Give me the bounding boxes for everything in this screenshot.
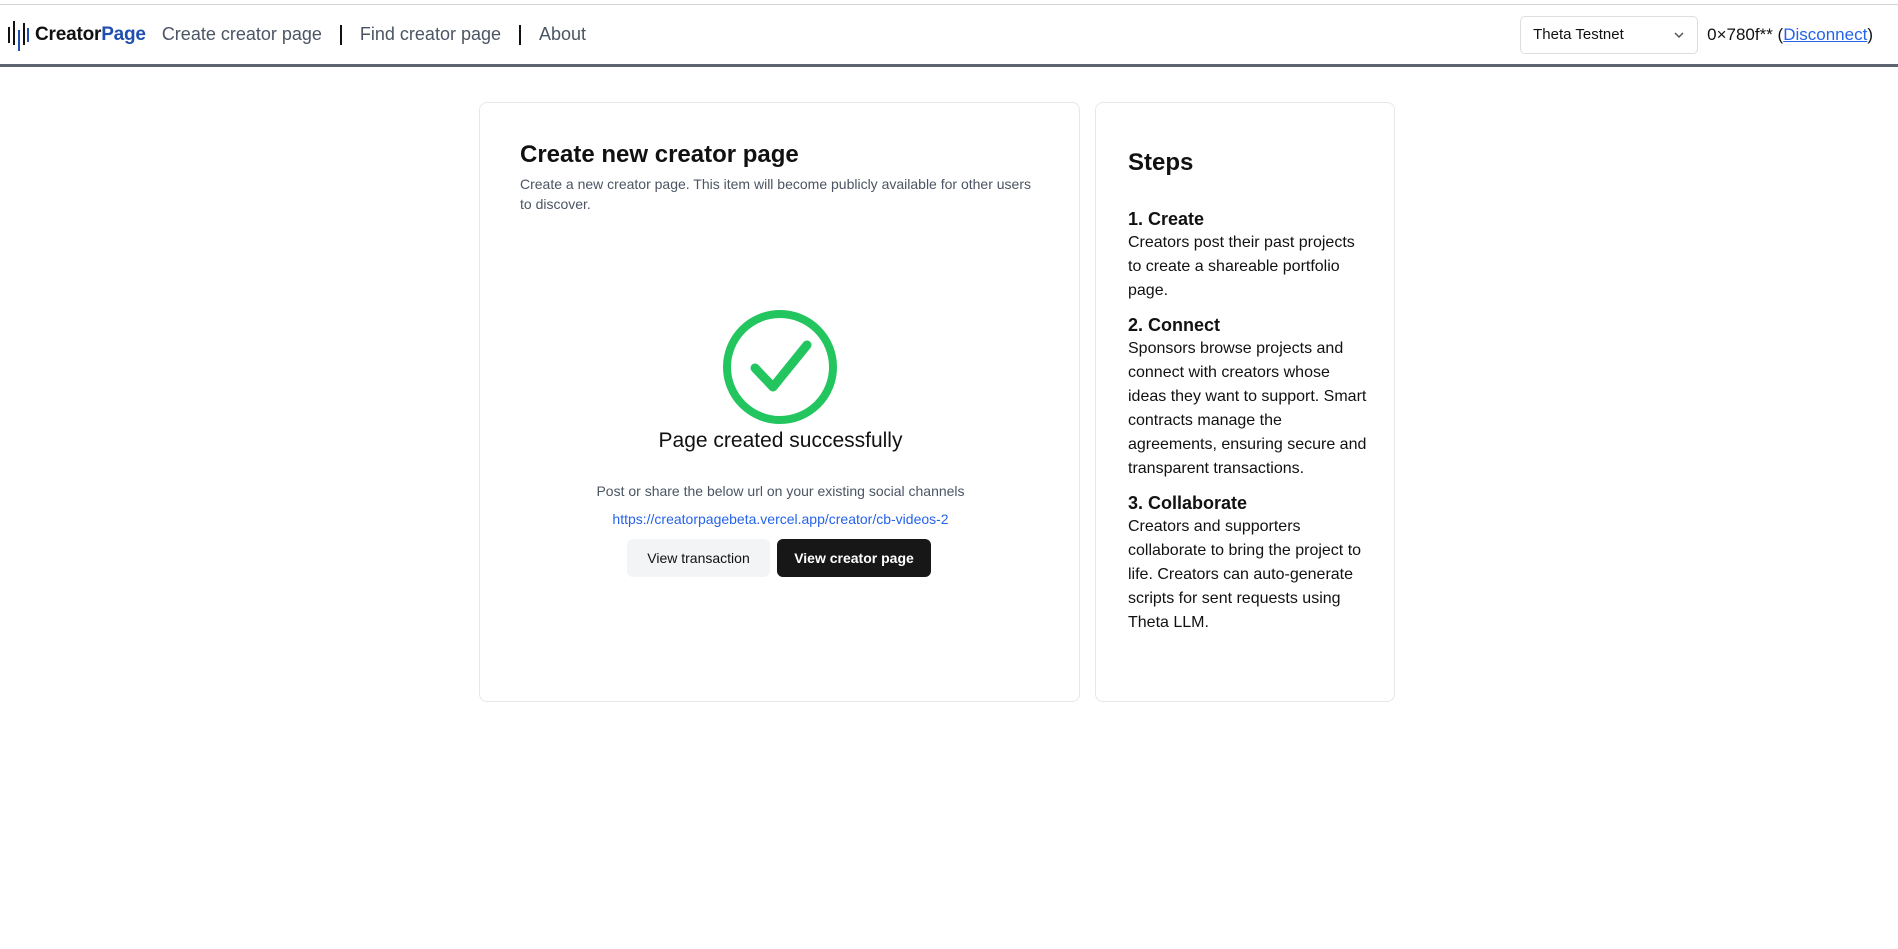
step-heading: 1. Create [1128,209,1205,229]
brand-name: CreatorPage [35,24,146,46]
brand-word-page: Page [101,23,146,45]
steps-card: Steps 1. Create Creators post their past… [1095,102,1395,702]
nav-about[interactable]: About [539,24,586,45]
steps-list: 1. Create Creators post their past proje… [1128,207,1368,645]
bars-logo-icon [8,20,29,51]
nav-divider [339,24,342,45]
network-select[interactable]: Theta Testnet [1520,15,1699,54]
step-body: Sponsors browse projects and connect wit… [1128,340,1367,477]
step-heading: 3. Collaborate [1128,493,1248,513]
nav-create-creator-page[interactable]: Create creator page [162,24,322,45]
create-page-card: Create new creator page Create a new cre… [479,102,1080,702]
account-info: 0×780f** (Disconnect) [1707,24,1873,44]
page-description: Create a new creator page. This item wil… [520,176,1031,212]
creator-page-url-link[interactable]: https://creatorpagebeta.vercel.app/creat… [480,511,1081,527]
step-item-collaborate: 3. Collaborate Creators and supporters c… [1128,491,1368,635]
nav-find-creator-page[interactable]: Find creator page [360,24,501,45]
success-message: Page created successfully [658,429,903,452]
brand-logo[interactable]: CreatorPage [7,18,146,52]
brand-word-creator: Creator [35,23,102,45]
view-creator-page-button[interactable]: View creator page [777,539,931,577]
step-item-connect: 2. Connect Sponsors browse projects and … [1128,313,1368,481]
disconnect-link[interactable]: Disconnect [1783,25,1867,44]
step-item-create: 1. Create Creators post their past proje… [1128,207,1368,303]
steps-title: Steps [1128,149,1194,176]
header-right: Theta Testnet 0×780f** (Disconnect) [1520,15,1873,54]
page-title: Create new creator page [520,141,799,168]
main-nav: Create creator page Find creator page Ab… [162,24,586,45]
view-transaction-button[interactable]: View transaction [627,539,770,577]
nav-divider [519,24,521,45]
step-body: Creators post their past projects to cre… [1128,234,1355,299]
top-nav-bar: CreatorPage Create creator page Find cre… [0,5,1898,67]
network-select-value: Theta Testnet [1533,26,1624,43]
step-body: Creators and supporters collaborate to b… [1128,518,1362,631]
share-instructions: Post or share the below url on your exis… [596,483,965,499]
chevron-down-icon [1674,31,1684,38]
wallet-address: 0×780f** [1707,24,1773,44]
step-heading: 2. Connect [1128,315,1221,335]
check-circle-icon [723,310,837,424]
